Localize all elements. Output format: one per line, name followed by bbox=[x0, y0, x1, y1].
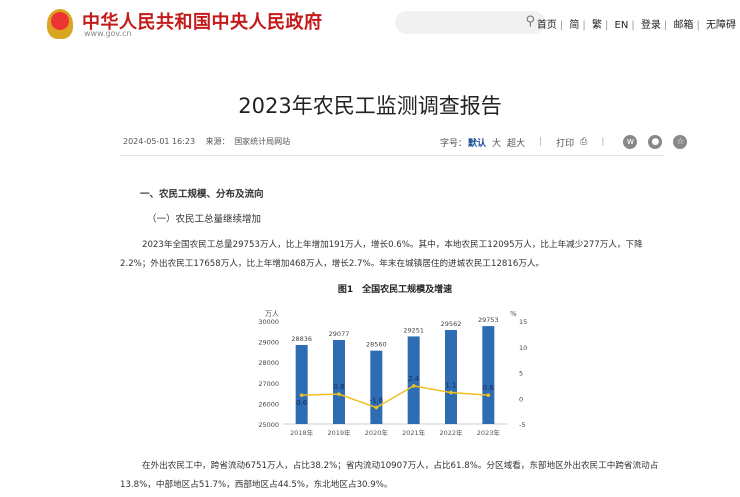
wechat-share-icon[interactable]: ● bbox=[648, 135, 663, 149]
x-tick-label: 2018年 bbox=[290, 428, 314, 437]
y2-tick-label: 5 bbox=[519, 370, 523, 378]
subsection-heading: （一）农民工总量继续增加 bbox=[147, 214, 262, 225]
bar-data-label: 29251 bbox=[403, 326, 424, 334]
search-icon[interactable]: ⚲ bbox=[525, 14, 535, 29]
nav-english[interactable]: EN bbox=[615, 20, 629, 31]
nav-simplified[interactable]: 简 bbox=[569, 20, 579, 31]
bar-data-label: 28560 bbox=[366, 341, 387, 349]
site-url: www.gov.cn bbox=[84, 29, 132, 38]
x-tick-label: 2022年 bbox=[439, 428, 463, 437]
paragraph: 2023年全国农民工总量29753万人，比上年增加191万人，增长0.6%。其中… bbox=[120, 240, 643, 269]
line-data-label: 0.6 bbox=[483, 384, 495, 392]
favorite-star-icon[interactable]: ☆ bbox=[673, 135, 688, 149]
chart-title: 图1 全国农民工规模及增速 bbox=[337, 285, 453, 295]
y-tick-label: 26000 bbox=[258, 400, 279, 408]
bar bbox=[445, 330, 457, 424]
printer-icon[interactable]: ⎙ bbox=[580, 137, 587, 147]
line-data-label: 0.8 bbox=[333, 383, 344, 391]
article-tools: 字号： 默认 大 超大 | 打印 ⎙ | w ● ☆ bbox=[440, 135, 688, 149]
nav-login[interactable]: 登录 bbox=[641, 20, 661, 31]
y2-tick-label: 15 bbox=[519, 318, 527, 326]
y2-tick-label: -5 bbox=[519, 421, 525, 429]
bar-data-label: 28836 bbox=[291, 335, 312, 343]
search-input[interactable]: ⚲ bbox=[395, 11, 545, 34]
font-large-button[interactable]: 大 bbox=[492, 136, 501, 149]
x-tick-label: 2021年 bbox=[402, 428, 426, 437]
article-meta: 2024-05-01 16:23 来源： 国家统计局网站 bbox=[123, 136, 298, 147]
y2-axis-label: % bbox=[510, 310, 517, 318]
y-tick-label: 27000 bbox=[258, 380, 279, 388]
paragraph: 在外出农民工中，跨省流动6751万人，占比38.2%；省内流动10907万人，占… bbox=[120, 461, 659, 490]
y2-tick-label: 0 bbox=[519, 395, 523, 403]
source: 国家统计局网站 bbox=[234, 137, 291, 146]
x-tick-label: 2023年 bbox=[477, 428, 501, 437]
line-point bbox=[299, 393, 304, 397]
national-emblem-logo[interactable] bbox=[47, 9, 73, 39]
x-tick-label: 2020年 bbox=[365, 428, 389, 437]
x-tick-label: 2019年 bbox=[327, 428, 351, 437]
font-default-button[interactable]: 默认 bbox=[468, 136, 486, 149]
font-size-label: 字号： bbox=[440, 138, 468, 149]
line-data-label: 1.1 bbox=[445, 382, 456, 390]
bar-data-label: 29753 bbox=[478, 316, 499, 324]
bar bbox=[333, 340, 345, 424]
publish-date: 2024-05-01 16:23 bbox=[123, 137, 196, 146]
section-heading: 一、农民工规模、分布及流向 bbox=[140, 189, 264, 200]
top-nav: 首页 | 简 | 繁 | EN | 登录 | 邮箱 | 无障碍 bbox=[536, 20, 736, 31]
weibo-share-icon[interactable]: w bbox=[623, 135, 638, 149]
nav-mail[interactable]: 邮箱 bbox=[673, 20, 693, 31]
line-data-label: 0.6 bbox=[296, 399, 308, 407]
divider: | bbox=[539, 137, 543, 147]
print-button[interactable]: 打印 bbox=[556, 136, 574, 149]
page-title: 2023年农民工监测调查报告 bbox=[238, 94, 502, 118]
divider bbox=[120, 155, 665, 156]
line-point bbox=[411, 384, 416, 388]
bar-data-label: 29562 bbox=[441, 320, 462, 328]
y-tick-label: 29000 bbox=[258, 339, 279, 347]
bar bbox=[482, 326, 495, 424]
bar bbox=[295, 344, 308, 424]
y2-tick-label: 10 bbox=[519, 344, 527, 352]
font-xlarge-button[interactable]: 超大 bbox=[507, 136, 525, 149]
line-data-label: -1.8 bbox=[369, 397, 383, 405]
nav-home[interactable]: 首页 bbox=[537, 20, 557, 31]
nav-traditional[interactable]: 繁 bbox=[592, 20, 602, 31]
nav-accessibility[interactable]: 无障碍 bbox=[706, 20, 736, 31]
line-point bbox=[374, 405, 379, 410]
line-data-label: 2.4 bbox=[408, 375, 420, 383]
bar bbox=[370, 350, 383, 424]
chart: 万人 % 25000 26000 27000 28000 29000 30000 -5 0 5 10 1… bbox=[258, 310, 527, 437]
line-point bbox=[337, 392, 341, 396]
y-tick-label: 30000 bbox=[258, 318, 279, 326]
line-point bbox=[449, 390, 453, 395]
bar-data-label: 29077 bbox=[329, 330, 350, 338]
growth-line bbox=[301, 385, 489, 409]
line-point bbox=[486, 393, 491, 397]
y-axis-label: 万人 bbox=[265, 310, 279, 318]
y-tick-label: 28000 bbox=[258, 359, 279, 367]
divider: | bbox=[601, 137, 605, 147]
source-label: 来源： bbox=[205, 137, 230, 146]
y-tick-label: 25000 bbox=[258, 421, 279, 429]
